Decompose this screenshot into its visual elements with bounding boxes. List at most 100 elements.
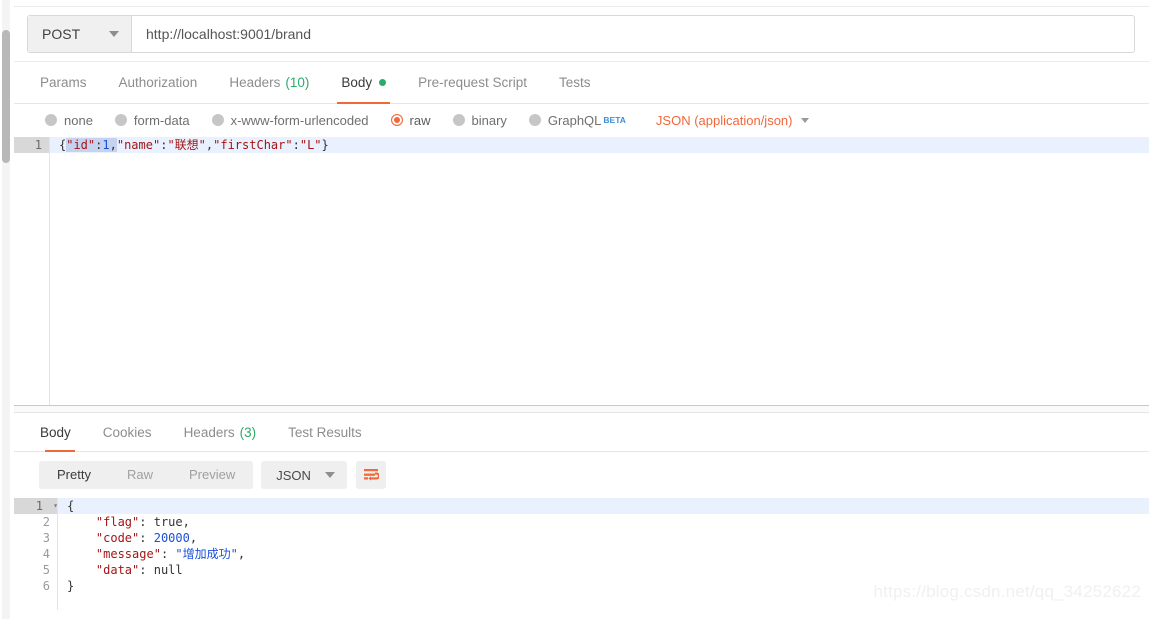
view-mode-preview[interactable]: Preview [171, 461, 253, 489]
code-line[interactable]: {"id":1,"name":"联想","firstChar":"L"} [50, 137, 1149, 153]
tab-label: Body [40, 424, 71, 440]
tab-body[interactable]: Body [325, 62, 402, 104]
code-token: true [153, 515, 183, 529]
beta-badge: BETA [603, 115, 626, 125]
tab-label: Test Results [288, 424, 362, 440]
unsaved-indicator-dot [379, 79, 387, 86]
http-method-select[interactable]: POST [28, 16, 132, 52]
radio-button-icon [452, 114, 465, 126]
body-type-label: binary [471, 112, 507, 128]
request-editor-gutter: 1 [14, 137, 50, 405]
code-line[interactable]: "data": null [58, 562, 1149, 578]
code-token: : [139, 515, 154, 529]
response-tab-cookies[interactable]: Cookies [87, 413, 168, 451]
line-number: 6 [42, 579, 50, 593]
code-line[interactable]: "code": 20000, [58, 530, 1149, 546]
word-wrap-button[interactable] [355, 461, 386, 489]
scrollbar-thumb[interactable] [2, 30, 10, 163]
request-editor-code[interactable]: {"id":1,"name":"联想","firstChar":"L"} [50, 137, 1149, 405]
tab-label: Headers [229, 75, 281, 90]
postman-app: POST http://localhost:9001/brand Params A… [14, 0, 1149, 619]
code-token: "L" [299, 138, 322, 152]
response-editor-code[interactable]: { "flag": true, "code": 20000, "message"… [58, 498, 1149, 610]
tab-params[interactable]: Params [33, 62, 103, 103]
chevron-down-icon [324, 472, 335, 478]
code-token: "data" [95, 563, 140, 577]
response-body-editor[interactable]: 1 ▾ 2 3 4 5 6 { "flag": true, "code": 20000, "… [14, 498, 1149, 610]
view-mode-pretty[interactable]: Pretty [39, 461, 109, 489]
response-editor-gutter: 1 ▾ 2 3 4 5 6 [14, 498, 58, 610]
content-type-select[interactable]: JSON (application/json) [656, 113, 810, 128]
response-pane-top-gap [14, 406, 1149, 413]
code-line[interactable]: { [58, 498, 1149, 514]
tab-tests[interactable]: Tests [543, 62, 607, 103]
code-token: : [292, 138, 300, 152]
line-number: 1 ▾ [14, 498, 58, 514]
code-token: , [109, 138, 117, 152]
code-token: "增加成功" [175, 547, 238, 561]
response-tab-test-results[interactable]: Test Results [272, 413, 378, 451]
request-url-bar: POST http://localhost:9001/brand [14, 7, 1149, 62]
tab-label: Body [341, 75, 373, 90]
tab-label: Headers [183, 424, 235, 440]
line-number: 4 [42, 547, 50, 561]
body-type-label: GraphQL [547, 112, 602, 128]
code-line[interactable]: "flag": true, [58, 514, 1149, 530]
window-top-strip [14, 0, 1149, 7]
code-token: { [67, 499, 75, 513]
line-number: 1 [14, 137, 49, 153]
code-token: 20000 [153, 531, 190, 545]
code-token: null [153, 563, 183, 577]
code-token: "flag" [95, 515, 140, 529]
code-token: : [160, 547, 176, 561]
body-type-graphql[interactable]: GraphQL BETA [528, 112, 626, 128]
url-combo: POST http://localhost:9001/brand [27, 15, 1135, 53]
tab-label: Params [40, 75, 87, 90]
body-type-binary[interactable]: binary [452, 112, 507, 128]
code-line[interactable]: } [58, 578, 1149, 594]
body-type-form-data[interactable]: form-data [114, 113, 190, 128]
tab-pre-request-script[interactable]: Pre-request Script [402, 62, 543, 103]
line-number: 3 [42, 531, 50, 545]
view-mode-raw[interactable]: Raw [109, 461, 171, 489]
code-token: , [182, 515, 190, 529]
code-line[interactable]: "message": "增加成功", [58, 546, 1149, 562]
request-body-editor[interactable]: 1 {"id":1,"name":"联想","firstChar":"L"} [14, 136, 1149, 405]
code-token: "id" [66, 138, 96, 152]
code-token: 1 [102, 138, 110, 152]
radio-button-icon [211, 114, 224, 126]
body-type-none[interactable]: none [45, 113, 93, 128]
http-method-label: POST [42, 26, 81, 42]
tab-label: Cookies [102, 424, 152, 440]
body-type-x-www-form-urlencoded[interactable]: x-www-form-urlencoded [211, 112, 369, 128]
response-tab-headers[interactable]: Headers (3) [168, 413, 273, 451]
radio-button-icon [114, 114, 127, 126]
response-format-select[interactable]: JSON [261, 461, 347, 489]
code-token: , [237, 547, 246, 561]
code-token: "name" [116, 138, 161, 152]
code-token: "code" [95, 531, 140, 545]
tab-label: Pre-request Script [418, 75, 527, 90]
code-token: } [321, 138, 329, 152]
window-scrollbar[interactable] [0, 0, 15, 619]
response-tabs: Body Cookies Headers (3) Test Results [14, 413, 1149, 452]
tab-headers[interactable]: Headers (10) [213, 62, 325, 103]
code-token: "联想" [167, 138, 206, 152]
response-toolbar: Pretty Raw Preview JSON [14, 452, 1149, 498]
radio-button-icon [390, 114, 403, 126]
code-token: : [139, 563, 154, 577]
response-view-mode-group: Pretty Raw Preview [39, 461, 254, 489]
code-token: , [189, 531, 198, 545]
url-input[interactable]: http://localhost:9001/brand [132, 16, 1134, 52]
tab-authorization[interactable]: Authorization [103, 62, 214, 103]
body-type-label: x-www-form-urlencoded [230, 112, 369, 128]
line-number: 5 [42, 563, 50, 577]
body-type-raw[interactable]: raw [390, 113, 431, 128]
code-token: "message" [95, 547, 161, 561]
tab-label: Authorization [118, 75, 198, 90]
response-tab-body[interactable]: Body [33, 413, 87, 452]
code-token: : [139, 531, 154, 545]
